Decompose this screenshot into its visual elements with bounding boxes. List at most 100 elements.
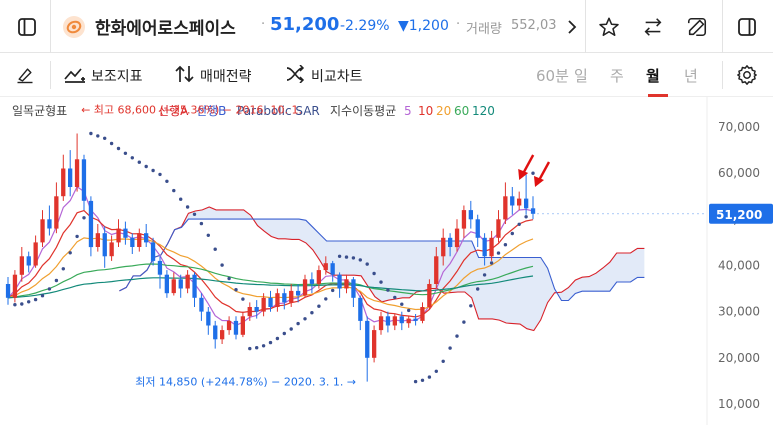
period-option[interactable]: 월 xyxy=(646,65,660,86)
candle-body xyxy=(213,325,218,340)
candle-body xyxy=(302,279,308,296)
sar-dot xyxy=(282,331,286,336)
indicator-label: 보조지표 xyxy=(91,69,143,85)
candle-body xyxy=(150,242,156,261)
sar-dot xyxy=(89,131,93,136)
sar-dot xyxy=(234,288,238,292)
candle-body xyxy=(68,168,73,187)
legend-ichimoku-label: 일목균형표 xyxy=(12,104,67,118)
candle-body xyxy=(385,316,391,326)
sar-dot xyxy=(144,164,148,169)
candle-body xyxy=(40,219,45,243)
candle-body xyxy=(351,279,356,298)
candle-body xyxy=(454,228,460,248)
sar-dot xyxy=(192,212,197,216)
sar-dot xyxy=(303,317,307,321)
period-option[interactable]: 60분 xyxy=(536,65,569,86)
chart-toolbar: 보조지표 매매전략 비교차트 60분 일 주 월 년 xyxy=(0,53,773,97)
candle-body xyxy=(420,307,425,321)
sar-dot xyxy=(185,205,190,209)
sar-dot xyxy=(413,379,418,384)
candle-body xyxy=(233,320,239,335)
compare-label: 비교차트 xyxy=(311,69,363,85)
sar-dot xyxy=(40,294,45,298)
chevron-right-icon[interactable] xyxy=(562,15,582,39)
sar-dot xyxy=(268,340,273,345)
drawing-pen-icon[interactable] xyxy=(12,62,38,88)
strategy-label: 매매전략 xyxy=(200,69,252,85)
edit-pencil-icon[interactable] xyxy=(684,14,710,40)
sar-dot xyxy=(489,261,494,265)
period-option[interactable]: 년 xyxy=(684,65,698,86)
y-tick-label: 20,000 xyxy=(718,351,760,365)
sar-dot xyxy=(441,359,445,363)
candle-body xyxy=(517,198,522,206)
sar-dot xyxy=(179,197,183,201)
candle-body xyxy=(74,159,80,187)
candle-body xyxy=(496,219,501,238)
candle-body xyxy=(337,274,342,289)
legend-ma-label: 지수이동평균 xyxy=(330,104,396,118)
period-option[interactable]: 주 xyxy=(610,65,624,86)
settings-gear-icon[interactable] xyxy=(734,62,760,88)
sar-dot xyxy=(455,334,459,338)
attention-arrow-right-head xyxy=(534,176,544,187)
candle-body xyxy=(116,228,121,243)
candle-body xyxy=(33,242,38,266)
candle-body xyxy=(54,196,59,229)
sar-dot xyxy=(151,168,155,173)
sar-dot xyxy=(255,346,259,350)
sar-dot xyxy=(206,233,210,237)
sar-dot xyxy=(324,297,328,301)
candle-body xyxy=(268,297,273,307)
strategy-button[interactable]: 매매전략 xyxy=(175,65,252,87)
sar-dot xyxy=(351,256,356,260)
candle-body xyxy=(261,297,266,312)
sar-dot xyxy=(241,297,245,301)
sar-dot xyxy=(503,243,508,247)
legend-ma-period: 5 xyxy=(404,104,412,118)
compare-chart-button[interactable]: 비교차트 xyxy=(286,64,363,87)
candle-body xyxy=(137,233,142,247)
candle-body xyxy=(392,316,397,326)
sar-dot xyxy=(469,304,473,308)
sar-dot xyxy=(158,172,162,177)
candle-body xyxy=(130,237,135,247)
sar-dot xyxy=(213,247,217,251)
sar-dot xyxy=(434,369,438,373)
swap-arrows-icon[interactable] xyxy=(640,14,666,40)
y-tick-label: 70,000 xyxy=(718,120,760,134)
sar-dot xyxy=(344,255,349,259)
period-option[interactable]: 일 xyxy=(574,65,588,86)
candle-body xyxy=(157,260,163,275)
candle-body xyxy=(448,237,453,247)
y-tick-label: 40,000 xyxy=(718,259,760,273)
sar-dot xyxy=(82,216,86,220)
candle-body xyxy=(413,318,418,321)
sar-dot xyxy=(310,311,314,315)
candle-body xyxy=(316,270,321,284)
sar-dot xyxy=(68,251,72,255)
candle-body xyxy=(461,210,467,229)
y-tick-label: 10,000 xyxy=(718,397,760,411)
sar-dot xyxy=(372,271,376,276)
dot-separator: · xyxy=(261,17,266,32)
sidebar-toggle-icon[interactable] xyxy=(14,14,40,40)
sar-dot xyxy=(116,146,121,151)
stock-name[interactable]: 한화에어로스페이스 xyxy=(95,14,236,39)
panel-toggle-icon[interactable] xyxy=(734,14,760,40)
candle-body xyxy=(240,316,245,335)
legend-ma-period: 120 xyxy=(472,104,495,118)
sar-dot xyxy=(482,273,487,277)
candle-body xyxy=(81,159,87,201)
star-favorite-icon[interactable] xyxy=(596,14,622,40)
change-percent: -2.29% xyxy=(340,18,390,34)
candle-body xyxy=(47,219,52,229)
sar-dot xyxy=(393,295,397,300)
indicator-button[interactable]: 보조지표 xyxy=(64,65,143,87)
annotation-low-label: 최저 14,850 (+244.78%) − 2020. 3. 1. → xyxy=(135,376,356,389)
price-chart[interactable]: 70,00060,00050,00040,00030,00020,00010,0… xyxy=(0,97,773,425)
sar-dot xyxy=(27,300,31,304)
candle-body xyxy=(372,330,377,358)
sar-dot xyxy=(517,222,521,226)
